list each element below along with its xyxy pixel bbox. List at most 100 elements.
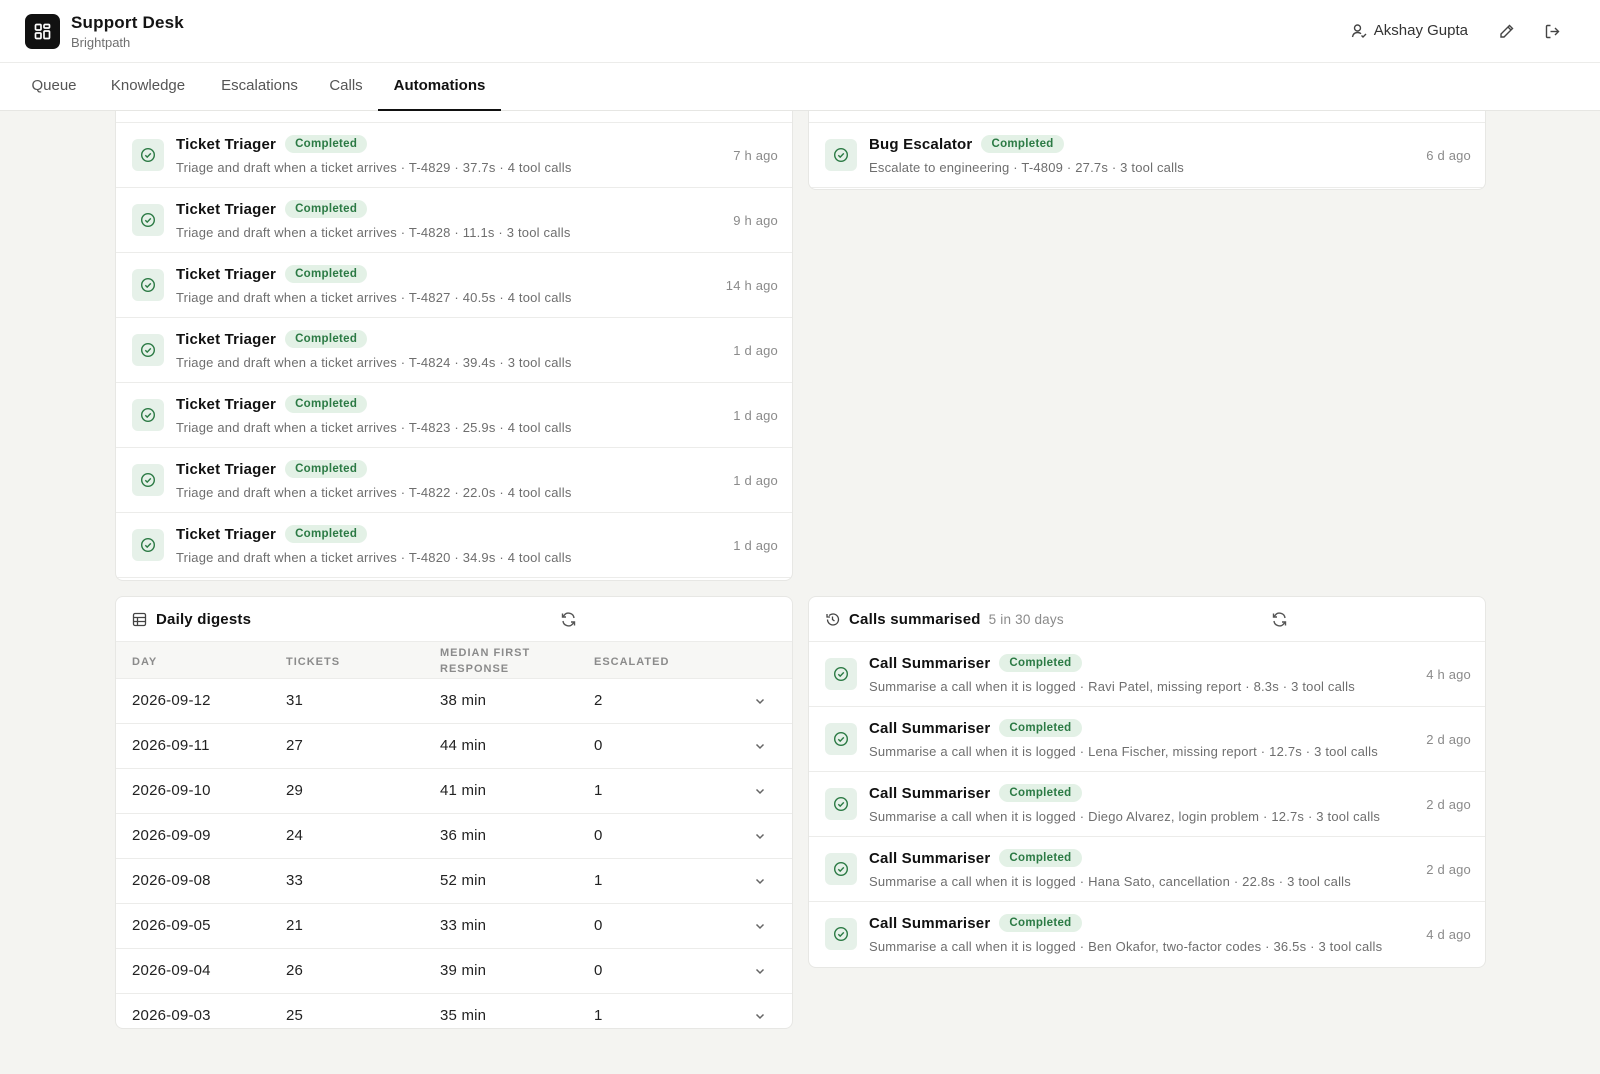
cell-median: 39 min bbox=[440, 962, 487, 979]
table-row[interactable]: 2026-09-08 33 52 min 1 bbox=[116, 859, 792, 904]
run-title: Ticket Triager Completed bbox=[176, 460, 368, 478]
cell-day: 2026-09-11 bbox=[132, 737, 210, 754]
table-row[interactable]: 2026-09-05 21 33 min 0 bbox=[116, 904, 792, 949]
run-row[interactable]: Call Summariser Completed Summarise a call… bbox=[809, 642, 1485, 707]
run-row[interactable]: Call Summariser Completed Summarise a call… bbox=[809, 902, 1485, 967]
expand-row-button[interactable] bbox=[752, 783, 768, 799]
run-time: 9 h ago bbox=[733, 213, 778, 228]
run-title: Call Summariser Completed bbox=[869, 654, 1082, 672]
run-description: Summarise a call when it is logged · Rav… bbox=[869, 679, 1355, 694]
user-icon bbox=[1351, 23, 1367, 38]
expand-row-button[interactable] bbox=[752, 918, 768, 934]
cell-escalated: 1 bbox=[594, 1007, 603, 1024]
run-time: 2 d ago bbox=[1426, 862, 1471, 877]
expand-row-button[interactable] bbox=[752, 693, 768, 709]
table-header: DAY TICKETS MEDIAN FIRST RESPONSE ESCALA… bbox=[116, 642, 792, 679]
tab-bar: Queue Knowledge Escalations Calls Automa… bbox=[0, 63, 1600, 111]
run-status-icon bbox=[132, 334, 164, 366]
run-description: Triage and draft when a ticket arrives ·… bbox=[176, 355, 572, 370]
cell-day: 2026-09-10 bbox=[132, 782, 211, 799]
expand-row-button[interactable] bbox=[752, 873, 768, 889]
status-badge: Completed bbox=[999, 719, 1082, 737]
run-status-icon bbox=[825, 658, 857, 690]
tab-queue[interactable]: Queue bbox=[30, 63, 78, 111]
check-circle-icon bbox=[140, 212, 156, 228]
table-row[interactable]: 2026-09-12 31 38 min 2 bbox=[116, 679, 792, 724]
run-status-icon bbox=[825, 788, 857, 820]
column-header-escalated: ESCALATED bbox=[594, 656, 670, 668]
table-row[interactable]: 2026-09-10 29 41 min 1 bbox=[116, 769, 792, 814]
status-badge: Completed bbox=[999, 849, 1082, 867]
cell-escalated: 0 bbox=[594, 917, 603, 934]
run-title: Call Summariser Completed bbox=[869, 719, 1082, 737]
tab-knowledge[interactable]: Knowledge bbox=[105, 63, 191, 111]
run-row[interactable]: Call Summariser Completed Summarise a call… bbox=[809, 772, 1485, 837]
cell-tickets: 21 bbox=[286, 917, 304, 934]
divider bbox=[809, 122, 1485, 123]
cell-median: 33 min bbox=[440, 917, 487, 934]
check-circle-icon bbox=[140, 342, 156, 358]
check-circle-icon bbox=[833, 147, 849, 163]
run-description: Triage and draft when a ticket arrives ·… bbox=[176, 225, 571, 240]
expand-row-button[interactable] bbox=[752, 963, 768, 979]
cell-median: 52 min bbox=[440, 872, 487, 889]
cell-day: 2026-09-12 bbox=[132, 692, 211, 709]
app-logo[interactable] bbox=[25, 14, 60, 49]
cell-median: 35 min bbox=[440, 1007, 487, 1024]
chevron-down-icon bbox=[755, 878, 765, 885]
tab-automations[interactable]: Automations bbox=[378, 63, 501, 111]
table-row[interactable]: 2026-09-04 26 39 min 0 bbox=[116, 949, 792, 994]
run-row[interactable]: Bug Escalator Completed Escalate to engine… bbox=[809, 123, 1485, 188]
table-row[interactable]: 2026-09-03 25 35 min 1 bbox=[116, 994, 792, 1028]
run-description: Summarise a call when it is logged · Die… bbox=[869, 809, 1381, 824]
run-row[interactable]: Ticket Triager Completed Triage and draft … bbox=[116, 253, 792, 318]
check-circle-icon bbox=[833, 861, 849, 877]
run-row[interactable]: Ticket Triager Completed Triage and draft … bbox=[116, 448, 792, 513]
run-row[interactable]: Call Summariser Completed Summarise a call… bbox=[809, 707, 1485, 772]
expand-row-button[interactable] bbox=[752, 1008, 768, 1024]
calls-summarised-card: Calls summarised 5 in 30 days Call Summar… bbox=[808, 596, 1486, 968]
table-row[interactable]: 2026-09-09 24 36 min 0 bbox=[116, 814, 792, 859]
chevron-down-icon bbox=[755, 833, 765, 840]
daily-digests-card: Daily digests DAY TICKETS MEDIAN FIRST R… bbox=[115, 596, 793, 1029]
status-badge: Completed bbox=[285, 525, 368, 543]
refresh-icon[interactable] bbox=[1271, 611, 1288, 628]
cell-tickets: 24 bbox=[286, 827, 304, 844]
run-status-icon bbox=[132, 399, 164, 431]
run-status-icon bbox=[132, 269, 164, 301]
expand-row-button[interactable] bbox=[752, 738, 768, 754]
run-row[interactable]: Ticket Triager Completed Triage and draft … bbox=[116, 188, 792, 253]
run-status-icon bbox=[825, 139, 857, 171]
refresh-icon[interactable] bbox=[560, 611, 577, 628]
user-menu[interactable]: Akshay Gupta bbox=[1351, 22, 1468, 39]
chevron-down-icon bbox=[755, 743, 765, 750]
edit-button[interactable] bbox=[1496, 21, 1516, 41]
divider bbox=[116, 122, 792, 123]
chevron-down-icon bbox=[755, 1013, 765, 1020]
run-time: 6 d ago bbox=[1426, 148, 1471, 163]
cell-day: 2026-09-05 bbox=[132, 917, 211, 934]
run-status-icon bbox=[825, 918, 857, 950]
cell-escalated: 1 bbox=[594, 782, 603, 799]
run-description: Triage and draft when a ticket arrives ·… bbox=[176, 160, 572, 175]
run-row[interactable]: Call Summariser Completed Summarise a call… bbox=[809, 837, 1485, 902]
escalation-runs-card: Bug Escalator Completed Escalate to engine… bbox=[808, 111, 1486, 190]
logout-button[interactable] bbox=[1542, 21, 1562, 41]
run-description: Escalate to engineering · T-4809 · 27.7s… bbox=[869, 160, 1184, 175]
tab-escalations[interactable]: Escalations bbox=[216, 63, 303, 111]
expand-row-button[interactable] bbox=[752, 828, 768, 844]
check-circle-icon bbox=[140, 537, 156, 553]
run-title: Ticket Triager Completed bbox=[176, 265, 368, 283]
table-row[interactable]: 2026-09-11 27 44 min 0 bbox=[116, 724, 792, 769]
run-title: Call Summariser Completed bbox=[869, 914, 1082, 932]
run-row[interactable]: Ticket Triager Completed Triage and draft … bbox=[116, 123, 792, 188]
cell-tickets: 33 bbox=[286, 872, 304, 889]
run-row[interactable]: Ticket Triager Completed Triage and draft … bbox=[116, 383, 792, 448]
cell-tickets: 26 bbox=[286, 962, 304, 979]
run-row[interactable]: Ticket Triager Completed Triage and draft … bbox=[116, 513, 792, 578]
chevron-down-icon bbox=[755, 788, 765, 795]
app-header: Support Desk Brightpath Akshay Gupta bbox=[0, 0, 1600, 63]
run-row[interactable]: Ticket Triager Completed Triage and draft … bbox=[116, 318, 792, 383]
grid-icon bbox=[34, 23, 51, 40]
tab-calls[interactable]: Calls bbox=[327, 63, 365, 111]
